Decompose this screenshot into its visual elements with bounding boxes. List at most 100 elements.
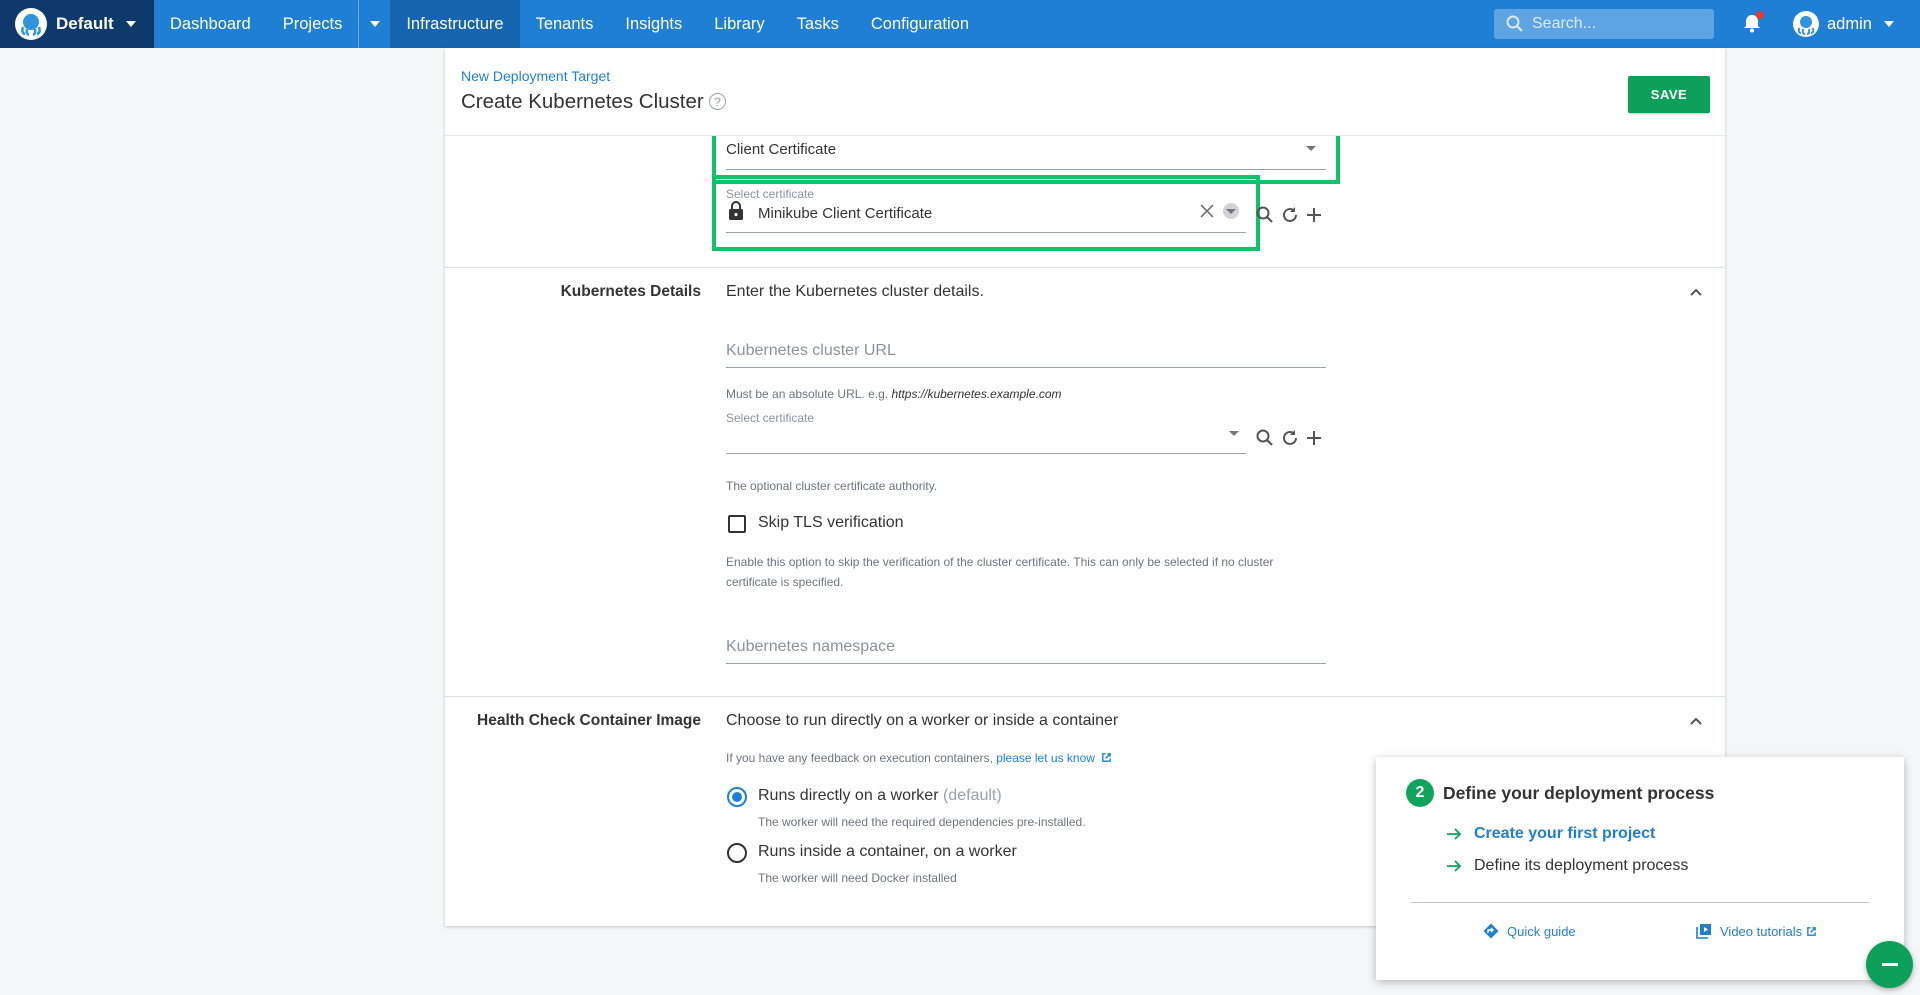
octopus-logo-icon (15, 8, 47, 40)
define-process-text: Define its deployment process (1474, 857, 1689, 874)
notification-dot (1756, 11, 1764, 19)
nav-projects[interactable]: Projects (267, 0, 359, 48)
video-library-icon (1696, 924, 1711, 939)
breadcrumb[interactable]: New Deployment Target (461, 68, 610, 84)
run-in-container-hint: The worker will need Docker installed (758, 871, 957, 885)
chevron-down-icon (125, 21, 136, 27)
user-menu[interactable]: admin (1793, 9, 1894, 39)
video-tutorials-link[interactable]: Video tutorials (1696, 923, 1817, 939)
chevron-down-icon (369, 21, 380, 27)
run-in-container-radio[interactable] (727, 843, 747, 863)
auth-type-underline (726, 169, 1326, 170)
skip-tls-hint-line1: Enable this option to skip the verificat… (726, 555, 1274, 569)
notifications-bell-icon[interactable] (1741, 11, 1764, 34)
page-header: New Deployment Target Create Kubernetes … (445, 48, 1725, 136)
space-name: Default (56, 14, 114, 33)
feedback-text: If you have any feedback on execution co… (726, 748, 1112, 768)
skip-tls-label[interactable]: Skip TLS verification (758, 514, 904, 532)
nav-configuration[interactable]: Configuration (855, 0, 985, 48)
search-icon[interactable] (1255, 428, 1275, 448)
cluster-url-input[interactable]: Kubernetes cluster URL (726, 342, 1326, 366)
step-number-badge: 2 (1406, 779, 1434, 807)
nav-tenants[interactable]: Tenants (520, 0, 610, 48)
add-icon[interactable] (1304, 205, 1324, 225)
cert-label: Select certificate (726, 187, 815, 201)
skip-tls-hint: Enable this option to skip the verificat… (726, 552, 1326, 592)
divider (1411, 902, 1869, 903)
collapse-chevron-icon[interactable] (1689, 285, 1703, 299)
directions-icon (1483, 923, 1499, 939)
projects-dropdown-button[interactable] (358, 0, 390, 48)
cluster-cert-hint: The optional cluster certificate authori… (726, 479, 938, 493)
health-check-description: Choose to run directly on a worker or in… (726, 712, 1119, 729)
create-first-project-link[interactable]: Create your first project (1446, 825, 1655, 843)
external-link-icon (1807, 926, 1817, 936)
collapse-panel-button[interactable] (1866, 941, 1913, 988)
nav-library[interactable]: Library (698, 0, 780, 48)
nav-tasks[interactable]: Tasks (781, 0, 855, 48)
search-icon (1506, 15, 1523, 32)
lock-icon (729, 201, 743, 220)
nav-insights[interactable]: Insights (609, 0, 698, 48)
auth-type-dropdown[interactable] (726, 138, 1326, 170)
collapse-chevron-icon[interactable] (1689, 714, 1703, 728)
minus-icon (1881, 963, 1898, 966)
quick-guide-text: Quick guide (1507, 923, 1576, 939)
run-on-worker-default: (default) (942, 787, 1002, 804)
cert-dropdown-button[interactable] (1223, 203, 1239, 219)
cluster-url-hint-prefix: Must be an absolute URL. e.g. (726, 387, 889, 401)
getting-started-title: Define your deployment process (1443, 783, 1715, 803)
section-divider (445, 267, 1725, 268)
add-icon[interactable] (1304, 428, 1324, 448)
avatar (1793, 11, 1819, 37)
help-icon[interactable]: ? (709, 93, 726, 110)
skip-tls-hint-line2: certificate is specified. (726, 575, 844, 589)
feedback-prefix: If you have any feedback on execution co… (726, 751, 993, 765)
cert-underline (726, 232, 1246, 233)
run-in-container-label[interactable]: Runs inside a container, on a worker (758, 843, 1017, 861)
nav-infrastructure[interactable]: Infrastructure (390, 0, 520, 48)
search-input[interactable]: Search... (1494, 9, 1714, 39)
cluster-cert-underline (726, 453, 1246, 454)
health-check-title: Health Check Container Image (477, 712, 701, 729)
quick-guide-link[interactable]: Quick guide (1483, 923, 1576, 939)
cluster-cert-dropdown[interactable] (726, 423, 1246, 453)
kubernetes-details-description: Enter the Kubernetes cluster details. (726, 283, 984, 300)
chevron-down-icon (1306, 146, 1316, 151)
video-tutorials-text: Video tutorials (1720, 923, 1803, 939)
search-placeholder: Search... (1532, 15, 1597, 32)
external-link-icon (1102, 753, 1112, 762)
nav-dashboard[interactable]: Dashboard (154, 0, 267, 48)
cert-value[interactable]: Minikube Client Certificate (758, 205, 932, 222)
page-title: Create Kubernetes Cluster (461, 90, 704, 113)
refresh-icon[interactable] (1280, 428, 1300, 448)
section-divider (445, 696, 1725, 697)
space-switcher[interactable]: Default (0, 0, 154, 48)
save-button[interactable]: SAVE (1628, 76, 1710, 113)
kubernetes-details-title: Kubernetes Details (560, 283, 701, 300)
run-on-worker-label[interactable]: Runs directly on a worker (default) (758, 787, 1002, 805)
search-icon[interactable] (1255, 205, 1275, 225)
namespace-input[interactable]: Kubernetes namespace (726, 638, 1326, 662)
create-first-project-text: Create your first project (1474, 825, 1656, 842)
run-on-worker-hint: The worker will need the required depend… (758, 815, 1086, 829)
run-on-worker-radio[interactable] (727, 787, 747, 807)
skip-tls-checkbox[interactable] (728, 515, 746, 533)
chevron-down-icon (1883, 21, 1894, 27)
chevron-down-icon (1226, 208, 1236, 214)
getting-started-panel: 2 Define your deployment process Create … (1376, 757, 1904, 980)
user-name: admin (1827, 14, 1872, 33)
namespace-underline (726, 663, 1326, 664)
clear-icon[interactable] (1200, 204, 1214, 218)
arrow-right-icon (1447, 860, 1462, 872)
run-on-worker-text: Runs directly on a worker (758, 787, 939, 804)
cluster-url-hint-example: https://kubernetes.example.com (891, 387, 1062, 401)
top-nav: Default Dashboard Projects Infrastructur… (0, 0, 1920, 48)
define-process-item: Define its deployment process (1446, 857, 1688, 875)
feedback-link[interactable]: please let us know (996, 751, 1095, 765)
cluster-url-hint: Must be an absolute URL. e.g. https://ku… (726, 384, 1062, 404)
cluster-url-underline (726, 367, 1326, 368)
chevron-down-icon (1229, 431, 1239, 436)
arrow-right-icon (1447, 828, 1462, 840)
refresh-icon[interactable] (1280, 205, 1300, 225)
